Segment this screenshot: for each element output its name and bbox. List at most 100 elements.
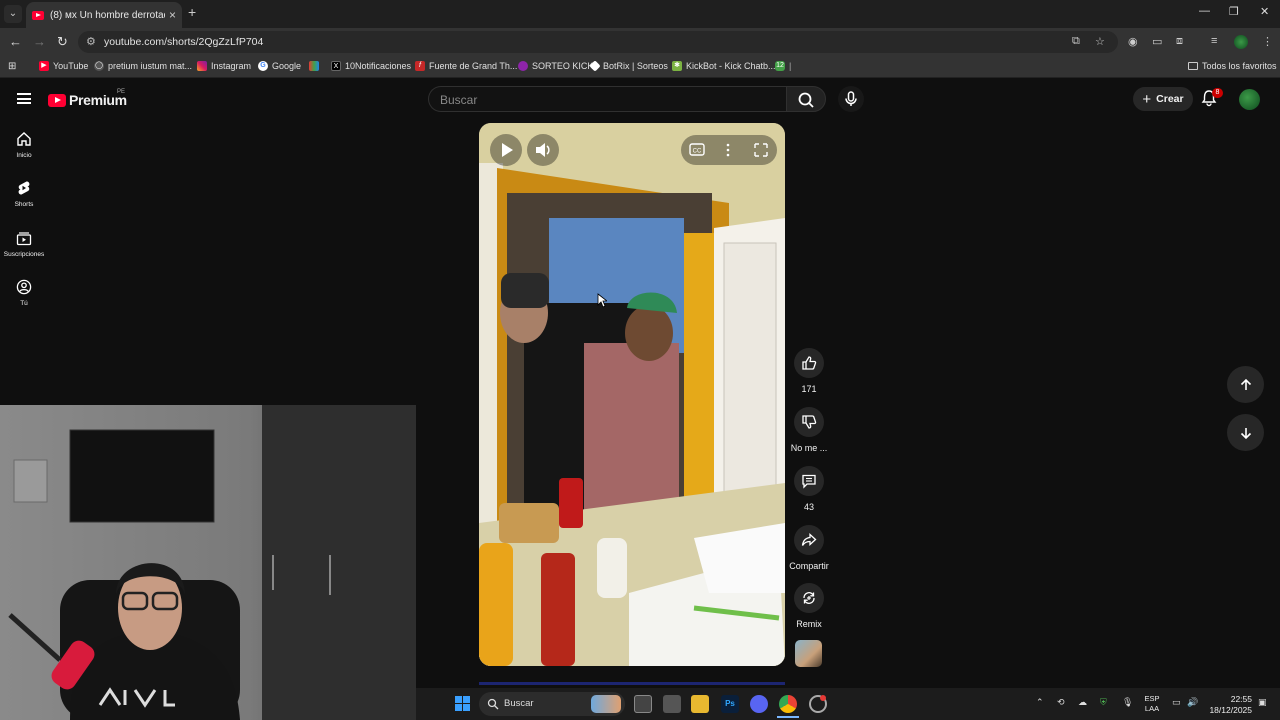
sidebar-item-shorts[interactable]: Shorts (0, 180, 48, 208)
tray-microphone-icon[interactable]: 🎙 (1122, 697, 1133, 708)
search-highlight-icon (591, 695, 621, 713)
bookmark-star-icon[interactable]: ☆ (1095, 35, 1105, 48)
photoshop-icon[interactable]: Ps (721, 695, 739, 713)
comments-button[interactable]: 43 (786, 466, 832, 512)
captions-button[interactable] (687, 138, 709, 162)
bookmark-notificaciones[interactable]: X 10Notificaciones (331, 61, 411, 71)
video-frame-image (479, 123, 785, 666)
back-icon[interactable]: ← (9, 34, 22, 49)
site-info-icon[interactable]: ⚙ (86, 35, 96, 48)
bookmark-kickbot[interactable]: ✱ KickBot - Kick Chatb... (672, 61, 776, 71)
close-tab-icon[interactable]: × (169, 8, 176, 22)
thumbs-up-icon (802, 356, 817, 370)
menu-hamburger-icon[interactable] (17, 93, 31, 104)
active-tab[interactable]: (8) мх Un hombre derrotado Lu... × (26, 2, 182, 28)
search-button[interactable] (786, 86, 826, 112)
fullscreen-button[interactable] (751, 138, 771, 162)
create-button[interactable]: + Crear (1133, 87, 1193, 111)
shorts-video-player[interactable]: CC (479, 123, 785, 666)
remix-button[interactable]: Remix (786, 583, 832, 629)
chrome-icon[interactable] (779, 695, 797, 713)
new-tab-button[interactable]: + (188, 4, 196, 20)
tray-cloud-icon[interactable]: ☁ (1078, 697, 1087, 708)
search-icon (798, 92, 814, 108)
volume-button[interactable] (527, 134, 559, 166)
bookmark-pretium[interactable]: ◯ pretium iustum mat... (94, 61, 192, 71)
taskbar-app-icon[interactable] (663, 695, 681, 713)
tray-volume-icon[interactable]: 🔊 (1187, 697, 1198, 708)
remix-label: Remix (796, 619, 822, 629)
bookmark-instagram[interactable]: Instagram (197, 61, 251, 71)
account-avatar[interactable] (1239, 89, 1260, 110)
bookmark-green-badge[interactable]: 12 | (775, 61, 791, 71)
restore-icon[interactable]: ❐ (1229, 5, 1239, 18)
forward-icon[interactable]: → (33, 34, 46, 49)
subscriptions-icon (16, 232, 32, 246)
taskbar-search[interactable]: Buscar (479, 692, 625, 716)
tray-sync-icon[interactable]: ⟲ (1057, 697, 1065, 708)
all-bookmarks-folder[interactable]: Todos los favoritos (1188, 61, 1277, 71)
system-clock[interactable]: 22:55 18/12/2025 (1202, 694, 1252, 716)
bookmark-google[interactable]: G Google (258, 61, 301, 71)
file-explorer-icon[interactable] (691, 695, 709, 713)
bookmark-label: pretium iustum mat... (108, 61, 193, 71)
youtube-logo-icon (48, 93, 66, 107)
sidebar-item-tu[interactable]: Tú (0, 279, 48, 307)
plus-icon: + (1142, 90, 1152, 108)
tray-overflow-icon[interactable]: ⌃ (1036, 697, 1044, 708)
bookmark-botrix[interactable]: BotRix | Sorteos (589, 60, 668, 72)
youtube-premium-logo[interactable]: Premium (48, 92, 127, 108)
remix-icon (803, 592, 815, 604)
bookmark-sorteo-kick[interactable]: SORTEO KICK (518, 61, 593, 71)
sidebar-item-suscripciones[interactable]: Suscripciones (0, 230, 48, 258)
dislike-label: No me ... (790, 443, 828, 453)
extension-card-icon[interactable]: ▭ (1152, 35, 1162, 48)
windows-logo-icon (455, 696, 470, 711)
previous-short-button[interactable] (1227, 366, 1264, 403)
tray-shield-icon[interactable]: ⛨ (1100, 697, 1107, 708)
bookmark-colorful[interactable] (309, 61, 323, 71)
tab-search-button[interactable]: ⌄ (4, 5, 22, 23)
reload-icon[interactable]: ↻ (57, 34, 68, 50)
chrome-menu-icon[interactable]: ⋮ (1262, 35, 1273, 48)
video-progress-bar[interactable] (479, 682, 785, 685)
close-window-icon[interactable]: ✕ (1260, 5, 1269, 18)
youtube-icon: ▶ (39, 61, 49, 71)
sidebar-item-label: Inicio (16, 152, 32, 159)
sidebar-item-label: Shorts (14, 201, 34, 208)
task-view-icon[interactable] (634, 695, 652, 713)
tray-network-icon[interactable]: ▭ (1172, 697, 1181, 708)
like-button[interactable]: 171 (786, 348, 832, 394)
extension-shield-icon[interactable]: ◉ (1128, 35, 1138, 48)
next-short-button[interactable] (1227, 414, 1264, 451)
minimize-icon[interactable]: — (1199, 5, 1210, 17)
sidebar-item-inicio[interactable]: Inicio (0, 131, 48, 159)
voice-search-button[interactable] (838, 86, 864, 112)
arrow-down-icon (1240, 427, 1251, 439)
extensions-puzzle-icon[interactable]: ⧈ (1176, 35, 1183, 48)
media-controls-icon[interactable]: ≡ (1211, 35, 1217, 47)
bookmark-youtube[interactable]: ▶ YouTube (39, 61, 88, 71)
install-app-icon[interactable]: ⧉ (1072, 35, 1080, 48)
language-indicator[interactable]: ESP LAA (1140, 694, 1164, 714)
webcam-overlay (0, 405, 416, 720)
tab-title: (8) мх Un hombre derrotado Lu... (50, 9, 165, 21)
create-label: Crear (1156, 93, 1184, 105)
share-button[interactable]: Compartir (786, 525, 832, 571)
f-letter-icon: f (415, 61, 425, 71)
discord-icon[interactable] (750, 695, 768, 713)
windows-start-icon[interactable] (455, 696, 470, 711)
clock-time: 22:55 (1230, 694, 1252, 704)
share-arrow-icon (801, 533, 817, 546)
more-options-button[interactable] (719, 138, 737, 162)
audio-source-thumbnail[interactable] (795, 640, 822, 667)
search-input[interactable]: Buscar (428, 86, 786, 112)
address-bar[interactable]: ⚙ youtube.com/shorts/2QgZzLfP704 (78, 31, 1118, 53)
play-button[interactable] (490, 134, 522, 166)
profile-avatar-icon[interactable] (1234, 35, 1248, 49)
apps-grid-icon[interactable]: ⊞ (8, 61, 16, 72)
dislike-button[interactable]: No me ... (786, 407, 832, 453)
microphone-icon (845, 91, 857, 106)
notification-center-icon[interactable]: ▣ (1258, 697, 1267, 708)
bookmark-grand-theft[interactable]: f Fuente de Grand Th... (415, 61, 517, 71)
